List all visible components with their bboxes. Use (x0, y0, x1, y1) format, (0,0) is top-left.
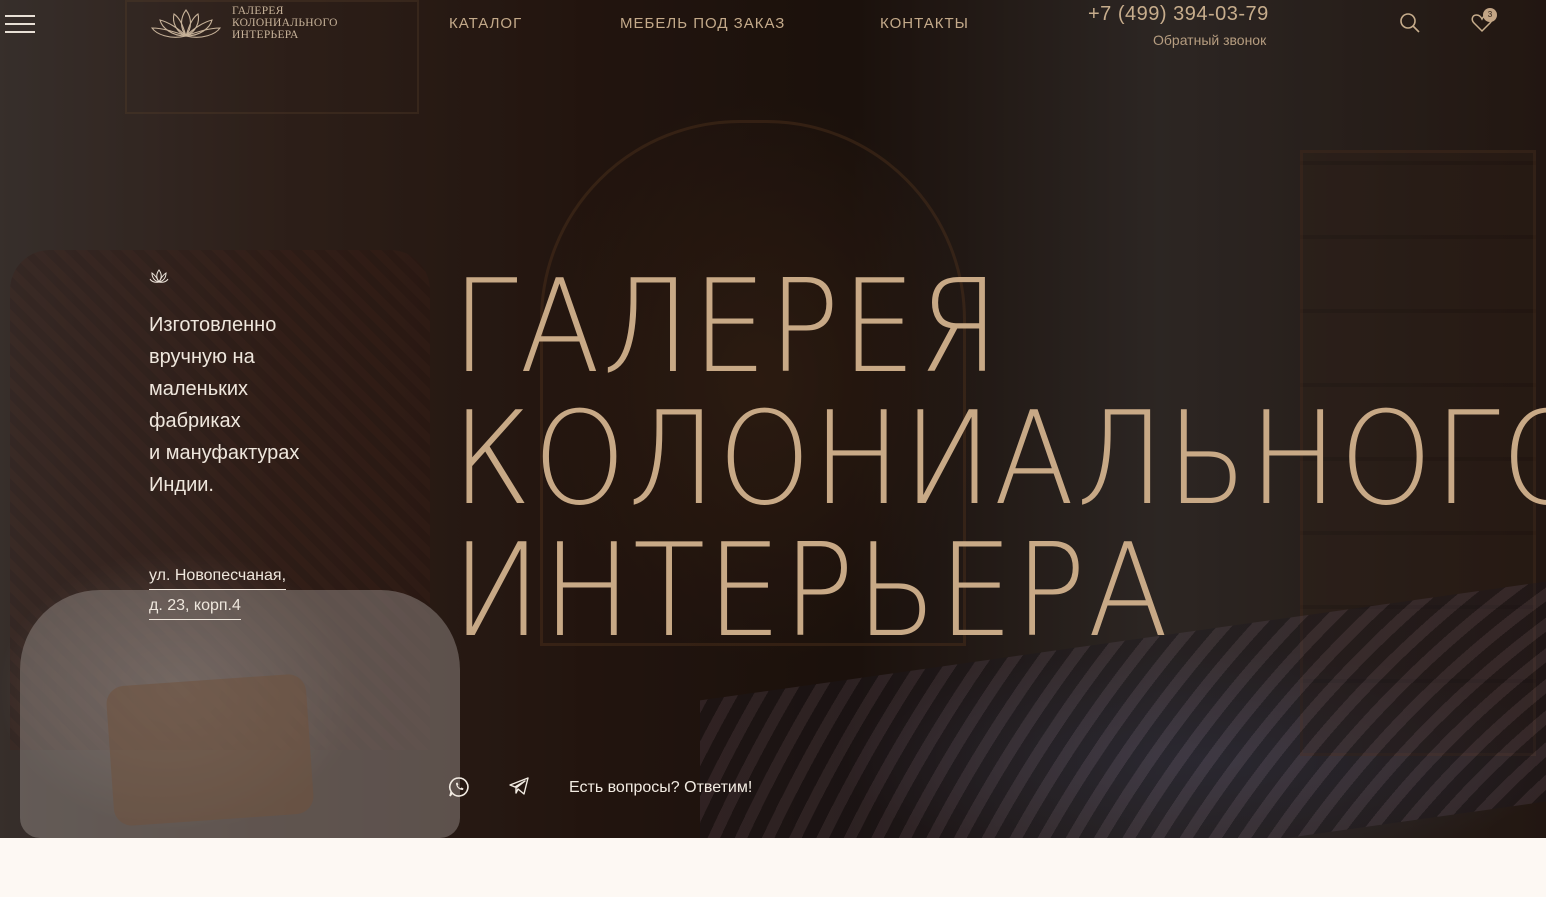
phone-number[interactable]: +7 (499) 394-03-79 (1088, 3, 1269, 26)
tagline-line: маленьких (149, 378, 249, 400)
callback-link[interactable]: Обратный звонок (1153, 32, 1266, 48)
search-icon[interactable] (1399, 12, 1421, 34)
hero-title-line-1: ГАЛЕРЕЯ (452, 253, 1002, 402)
menu-icon[interactable] (5, 13, 35, 35)
contact-prompt-link[interactable]: Есть вопросы? Ответим! (569, 779, 752, 797)
address-line-2: д. 23, корп.4 (149, 596, 241, 620)
hero-title: ГАЛЕРЕЯ КОЛОНИАЛЬНОГО ИНТЕРЬЕРА (452, 262, 1546, 658)
logo-line-3: ИНТЕРЬЕРА (232, 29, 299, 41)
whatsapp-icon[interactable] (448, 776, 470, 798)
page-content-area (0, 838, 1546, 897)
hero-banner: ГАЛЕРЕЯ КОЛОНИАЛЬНОГО ИНТЕРЬЕРА КАТАЛОГ … (0, 0, 1546, 838)
site-logo[interactable]: ГАЛЕРЕЯ КОЛОНИАЛЬНОГО ИНТЕРЬЕРА (150, 5, 338, 41)
tagline-line: и мануфактурах (149, 442, 300, 464)
address-link[interactable]: ул. Новопесчаная, д. 23, корп.4 (149, 566, 287, 626)
hero-title-line-3: ИНТЕРЬЕРА (452, 517, 1171, 666)
nav-custom-furniture[interactable]: МЕБЕЛЬ ПОД ЗАКАЗ (620, 15, 785, 32)
tagline-line: Изготовленно (149, 314, 277, 336)
hero-tagline: Изготовленно вручную на маленьких фабрик… (149, 309, 319, 501)
wishlist-count-badge: 3 (1483, 8, 1497, 22)
hero-title-line-2: КОЛОНИАЛЬНОГО (452, 385, 1546, 534)
logo-text: ГАЛЕРЕЯ КОЛОНИАЛЬНОГО ИНТЕРЬЕРА (232, 5, 338, 41)
logo-line-2: КОЛОНИАЛЬНОГО (232, 17, 338, 29)
lotus-icon (149, 269, 169, 283)
address-line-1: ул. Новопесчаная, (149, 566, 287, 590)
lotus-logo-icon (150, 9, 222, 38)
nav-contacts[interactable]: КОНТАКТЫ (880, 15, 969, 32)
tagline-line: вручную на (149, 346, 255, 368)
nav-catalog[interactable]: КАТАЛОГ (449, 15, 522, 32)
tagline-line: Индии. (149, 474, 214, 496)
tagline-line: фабриках (149, 410, 241, 432)
logo-line-1: ГАЛЕРЕЯ (232, 5, 284, 17)
telegram-icon[interactable] (508, 776, 530, 796)
